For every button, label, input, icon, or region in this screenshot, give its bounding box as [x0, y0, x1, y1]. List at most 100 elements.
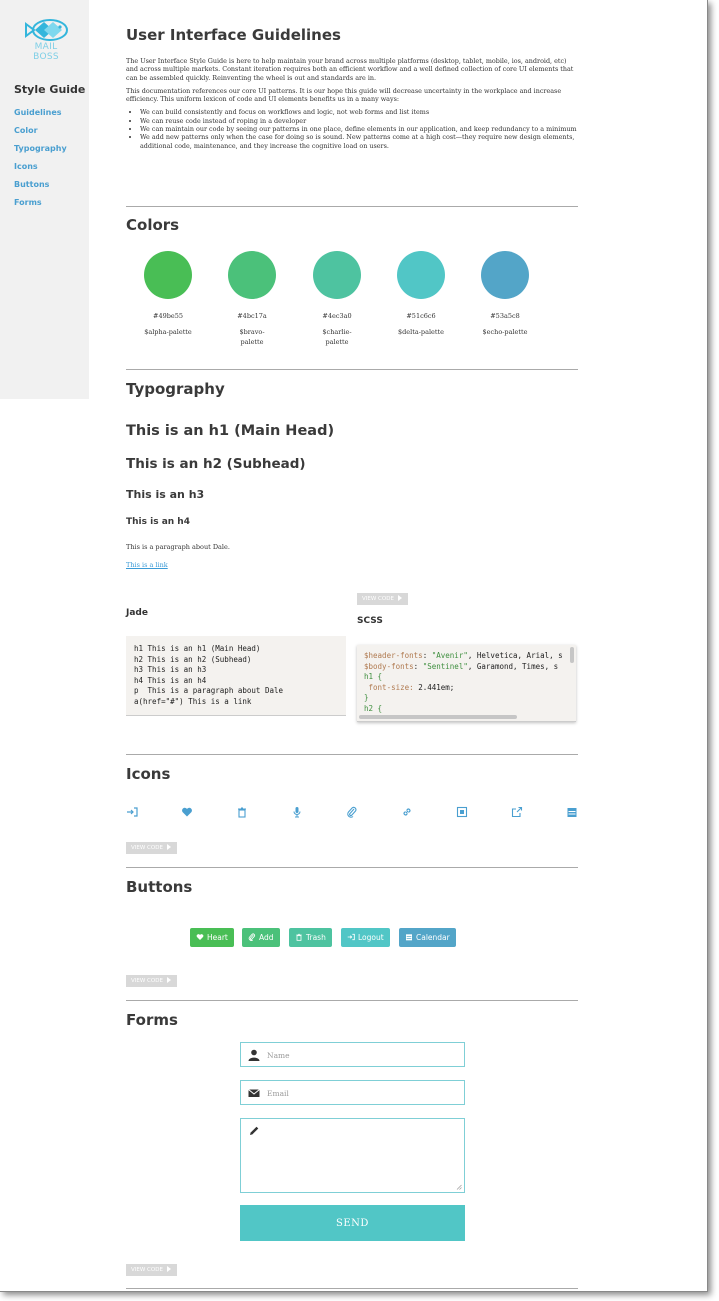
color-swatch-charlie: #4ec3a0 $charlie-palette: [313, 251, 361, 347]
color-swatch-delta: #51c6c6 $delta-palette: [397, 251, 445, 337]
swatch-hex: #51c6c6: [406, 312, 436, 320]
swatch-circle: [313, 251, 361, 299]
trash-button[interactable]: Trash: [289, 928, 332, 947]
add-button[interactable]: Add: [242, 928, 280, 947]
section-divider: [126, 1000, 578, 1001]
scss-text: , Helvetica, Arial, s: [467, 651, 563, 660]
view-code-button[interactable]: VIEW CODE: [126, 1264, 177, 1276]
list-item: We can build consistently and focus on w…: [140, 108, 578, 116]
scss-brace: }: [364, 693, 369, 702]
link-icon[interactable]: [401, 806, 413, 818]
list-item: We can maintain our code by seeing our p…: [140, 125, 578, 133]
scss-string: "Sentinel": [422, 661, 468, 671]
pencil-icon: [250, 1126, 259, 1135]
scss-code-block[interactable]: $header-fonts: "Avenir", Helvetica, Aria…: [357, 645, 576, 722]
sidebar-item-color[interactable]: Color: [14, 125, 67, 143]
jade-code-block[interactable]: h1 This is an h1 (Main Head) h2 This is …: [126, 636, 346, 716]
swatch-circle: [481, 251, 529, 299]
swatch-variable: $alpha-palette: [144, 328, 192, 336]
swatch-variable: $bravo-palette: [239, 328, 265, 346]
sample-h3: This is an h3: [126, 488, 205, 501]
swatch-circle: [397, 251, 445, 299]
view-code-button[interactable]: VIEW CODE: [357, 593, 408, 605]
name-input[interactable]: [267, 1047, 457, 1063]
sample-h1: This is an h1 (Main Head): [126, 423, 335, 439]
email-input[interactable]: [267, 1085, 457, 1101]
heart-button[interactable]: Heart: [190, 928, 234, 947]
calendar-button-label: Calendar: [416, 933, 450, 942]
heart-button-label: Heart: [207, 933, 228, 942]
logout-button[interactable]: Logout: [341, 928, 390, 947]
color-swatch-bravo: #4bc17a $bravo-palette: [228, 251, 276, 347]
microphone-icon[interactable]: [291, 806, 303, 818]
trash-icon[interactable]: [236, 806, 248, 818]
sidebar-item-icons[interactable]: Icons: [14, 161, 67, 179]
view-code-button[interactable]: VIEW CODE: [126, 842, 177, 854]
sample-h2: This is an h2 (Subhead): [126, 456, 306, 472]
sidebar-item-buttons[interactable]: Buttons: [14, 179, 67, 197]
sidebar-item-guidelines[interactable]: Guidelines: [14, 107, 67, 125]
heart-icon: [196, 934, 204, 940]
paperclip-icon: [248, 933, 256, 941]
trash-button-label: Trash: [306, 933, 326, 942]
swatch-variable: $charlie-palette: [322, 328, 352, 346]
resize-handle-icon[interactable]: [456, 1184, 462, 1190]
add-button-label: Add: [259, 933, 274, 942]
play-icon: [166, 844, 171, 850]
message-field[interactable]: [240, 1118, 465, 1193]
colors-heading: Colors: [126, 216, 180, 234]
external-link-icon[interactable]: [511, 806, 523, 818]
intro-paragraph-1: The User Interface Style Guide is here t…: [126, 57, 574, 82]
name-field[interactable]: [240, 1042, 465, 1067]
style-guide-page: MAIL BOSS Style Guide Guidelines Color T…: [0, 0, 708, 1292]
email-field[interactable]: [240, 1080, 465, 1105]
sidebar-title: Style Guide: [14, 83, 86, 96]
sidebar-item-typography[interactable]: Typography: [14, 143, 67, 161]
logout-button-label: Logout: [358, 933, 384, 942]
scss-variable: $body-fonts: [364, 661, 414, 671]
section-divider: [126, 369, 578, 370]
message-textarea[interactable]: [267, 1123, 459, 1187]
view-code-label: VIEW CODE: [131, 978, 163, 984]
logout-icon[interactable]: [126, 806, 138, 818]
view-code-button[interactable]: VIEW CODE: [126, 975, 177, 987]
swatch-hex: #4ec3a0: [322, 312, 352, 320]
horizontal-scrollbar[interactable]: [359, 715, 517, 719]
section-divider: [126, 754, 578, 755]
swatch-hex: #4bc17a: [237, 312, 267, 320]
play-icon: [166, 977, 171, 983]
section-divider: [126, 867, 578, 868]
scss-text: , Garamond, Times, s: [467, 661, 559, 671]
swatch-variable: $echo-palette: [482, 328, 528, 336]
scss-property: font-size:: [364, 682, 419, 692]
sidebar-item-forms[interactable]: Forms: [14, 197, 67, 215]
scss-selector: h2 {: [364, 703, 383, 713]
swatch-circle: [228, 251, 276, 299]
sidebar-nav: Guidelines Color Typography Icons Button…: [14, 107, 67, 215]
calendar-button[interactable]: Calendar: [399, 928, 456, 947]
paperclip-icon[interactable]: [346, 806, 358, 818]
view-code-label: VIEW CODE: [362, 596, 394, 602]
vertical-scrollbar[interactable]: [570, 647, 574, 663]
scss-value: 2.441em: [418, 682, 450, 692]
sample-link[interactable]: This is a link: [126, 561, 168, 569]
swatch-circle: [144, 251, 192, 299]
image-icon[interactable]: [456, 806, 468, 818]
forms-heading: Forms: [126, 1011, 178, 1029]
swatch-hex: #49be55: [153, 312, 183, 320]
sample-paragraph: This is a paragraph about Dale.: [126, 543, 230, 551]
view-code-label: VIEW CODE: [131, 1267, 163, 1273]
color-swatch-echo: #53a5c8 $echo-palette: [481, 251, 529, 337]
trash-icon: [296, 933, 302, 941]
scss-selector: h1 {: [364, 672, 383, 681]
typography-heading: Typography: [126, 380, 225, 398]
section-divider: [126, 206, 578, 207]
buttons-heading: Buttons: [126, 878, 193, 896]
page-title: User Interface Guidelines: [126, 26, 341, 44]
list-item: We add new patterns only when the case f…: [140, 133, 578, 150]
send-button[interactable]: SEND: [240, 1205, 465, 1241]
jade-label: Jade: [126, 608, 148, 618]
calendar-icon[interactable]: [566, 806, 578, 818]
heart-icon[interactable]: [181, 806, 193, 818]
user-icon: [248, 1049, 260, 1061]
